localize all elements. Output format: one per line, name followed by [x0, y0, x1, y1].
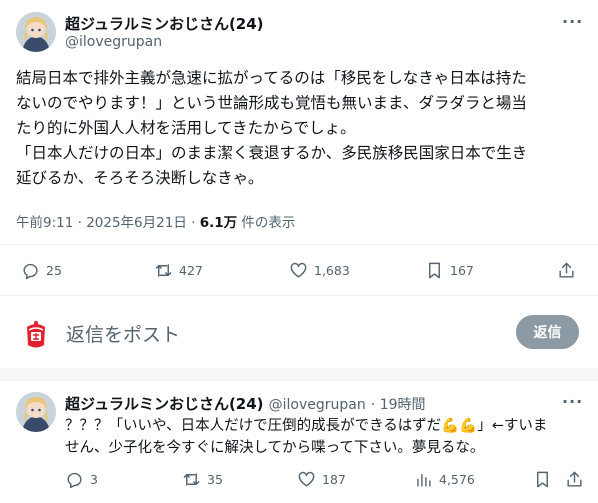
reply-time[interactable]: · 19時間 — [371, 397, 426, 413]
retweet-count: 35 — [207, 472, 223, 487]
divider — [0, 244, 598, 245]
bookmark-icon — [429, 262, 440, 279]
tweet-timestamp[interactable]: 午前9:11 · 2025年6月21日 · — [16, 215, 200, 231]
reply-icon — [67, 472, 82, 489]
tweet-line: たり的に外国人人材を活用してきたからでしょ。 — [16, 119, 356, 137]
anime-avatar-image — [16, 392, 56, 432]
reply-line: せん、少子化を今すぐに解決してから喋って下さい。夢見るな。 — [65, 440, 485, 456]
section-divider — [0, 368, 598, 380]
author-handle[interactable]: @ilovegrupan — [65, 34, 162, 50]
retweet-action[interactable]: 35 — [182, 470, 223, 489]
share-icon — [559, 262, 574, 278]
divider — [0, 380, 598, 381]
share-action[interactable] — [557, 261, 576, 280]
reply-line: ？？？「いいや、日本人だけで圧倒的成長ができるはずだ — [65, 418, 442, 434]
views-action[interactable]: 4,576 — [414, 470, 475, 489]
heart-icon — [290, 262, 307, 278]
more-options-icon[interactable]: ··· — [562, 392, 583, 411]
charm-avatar-image — [17, 314, 55, 352]
reply-header: 超ジュラルミンおじさん(24) @ilovegrupan · 19時間 — [65, 393, 426, 414]
tweet-line: ないのでやります！」という世論形成も覚悟も無いまま、ダラダラと場当 — [16, 94, 527, 112]
bookmark-action[interactable]: 167 — [425, 261, 474, 280]
reply-count: 25 — [46, 263, 62, 278]
flexed-biceps-emoji: 💪💪 — [441, 418, 478, 434]
like-count: 1,683 — [314, 263, 350, 278]
reply-button[interactable]: 返信 — [516, 315, 579, 349]
reply-count: 3 — [90, 472, 98, 487]
views-count: 6.1万 — [199, 215, 238, 231]
reply-icon — [23, 263, 38, 280]
views-count: 4,576 — [439, 472, 475, 487]
tweet-line: 延びるか、そろそろ決断しなきゃ。 — [16, 169, 264, 187]
analytics-icon — [417, 474, 431, 487]
author-name[interactable]: 超ジュラルミンおじさん(24) — [65, 13, 264, 34]
anime-avatar-image — [16, 12, 56, 52]
views-label: 件の表示 — [237, 215, 296, 231]
like-count: 187 — [322, 472, 346, 487]
retweet-count: 427 — [179, 263, 203, 278]
tweet-meta: 午前9:11 · 2025年6月21日 · 6.1万 件の表示 — [16, 211, 295, 231]
reply-text: ？？？「いいや、日本人だけで圧倒的成長ができるはずだ💪💪」←すいま せん、少子化… — [65, 415, 590, 459]
like-action[interactable]: 1,683 — [289, 261, 350, 280]
reply-input[interactable]: 返信をポスト — [66, 320, 180, 347]
like-action[interactable]: 187 — [297, 470, 346, 489]
reply-author-handle[interactable]: @ilovegrupan — [269, 397, 366, 413]
reply-author-avatar[interactable] — [16, 392, 56, 432]
bookmark-count: 167 — [450, 263, 474, 278]
share-action[interactable] — [565, 470, 584, 489]
retweet-action[interactable]: 427 — [154, 261, 203, 280]
reply-action[interactable]: 25 — [21, 261, 62, 280]
tweet-text: 結局日本で排外主義が急速に拡がってるのは「移民をしなきゃ日本は持た ないのでやり… — [16, 66, 586, 191]
share-icon — [567, 471, 582, 487]
retweet-icon — [183, 473, 200, 486]
author-avatar[interactable] — [16, 12, 56, 52]
reply-author-name[interactable]: 超ジュラルミンおじさん(24) — [65, 395, 264, 413]
bookmark-action[interactable] — [533, 470, 552, 489]
current-user-avatar[interactable] — [16, 313, 56, 353]
bookmark-icon — [537, 471, 548, 488]
reply-action[interactable]: 3 — [65, 470, 98, 489]
retweet-icon — [155, 264, 172, 277]
more-options-icon[interactable]: ··· — [562, 12, 583, 31]
reply-line: 」←すいま — [477, 418, 548, 434]
heart-icon — [298, 471, 315, 487]
tweet-line: 「日本人だけの日本」のまま潔く衰退するか、多民族移民国家日本で生き — [16, 144, 528, 162]
tweet-line: 結局日本で排外主義が急速に拡がってるのは「移民をしなきゃ日本は持た — [16, 69, 527, 87]
divider — [0, 295, 598, 296]
